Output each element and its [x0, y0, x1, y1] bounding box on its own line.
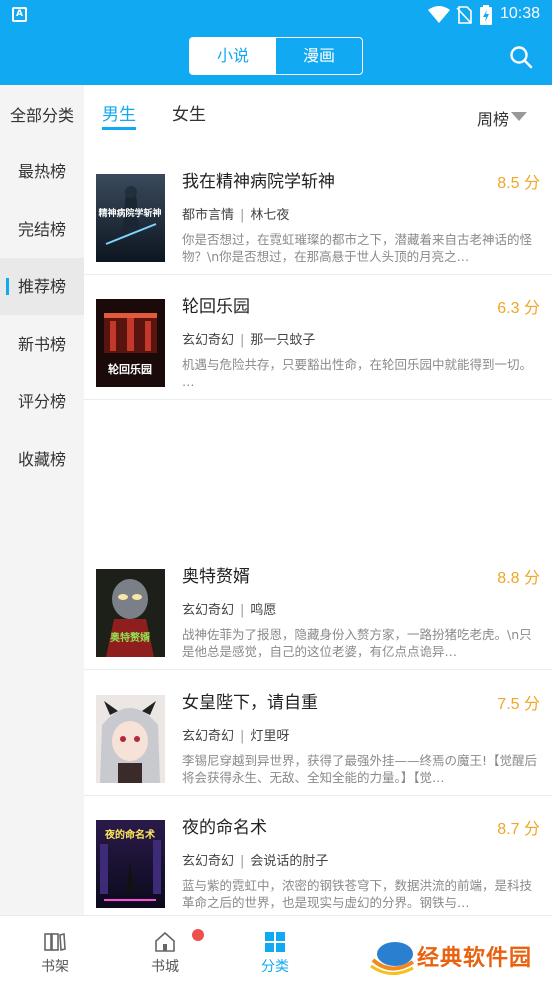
book-genre: 玄幻奇幻	[182, 603, 235, 618]
book-meta: 玄幻奇幻 | 鸣愿	[182, 599, 276, 618]
watermark-logo-icon	[370, 942, 415, 975]
book-score: 6.3 分	[497, 300, 540, 317]
book-meta: 玄幻奇幻 | 那一只蚊子	[182, 329, 315, 348]
app-notification-icon: A	[12, 7, 27, 22]
book-description: 李锡尼穿越到异世界，获得了最强外挂——终焉の魔王!【觉醒后将会获得永生、无敌、全…	[182, 753, 538, 785]
nav-bookstore[interactable]: 书城	[110, 916, 220, 981]
active-tab-indicator	[102, 127, 136, 130]
nav-label: 分类	[261, 959, 289, 975]
book-cover: 奥特赘婿	[96, 569, 165, 657]
book-title: 我在精神病院学斩神	[182, 172, 335, 192]
book-score: 7.5 分	[497, 696, 540, 713]
sidebar-item-recommended[interactable]: 推荐榜	[0, 258, 84, 315]
app-header: A 10:38 小说 漫画	[0, 0, 552, 85]
tab-female[interactable]: 女生	[172, 100, 206, 125]
svg-text:奥特赘婿: 奥特赘婿	[110, 631, 151, 644]
no-sim-icon	[456, 6, 472, 24]
meta-separator: |	[240, 333, 245, 348]
book-author: 灯里呀	[250, 729, 290, 744]
svg-text:精神病院学斩神: 精神病院学斩神	[98, 207, 161, 219]
book-author: 鸣愿	[250, 603, 277, 618]
book-meta: 都市言情 | 林七夜	[182, 204, 289, 223]
meta-separator: |	[240, 729, 245, 744]
book-genre: 都市言情	[182, 208, 235, 223]
tab-comic[interactable]: 漫画	[276, 38, 362, 74]
book-meta: 玄幻奇幻 | 灯里呀	[182, 725, 289, 744]
book-title: 奥特赘婿	[182, 567, 250, 587]
book-title: 轮回乐园	[182, 297, 250, 317]
watermark-text: 经典软件园	[417, 946, 533, 971]
book-cover: 精神病院学斩神	[96, 174, 165, 262]
content-type-switch: 小说 漫画	[189, 37, 363, 75]
status-time: 10:38	[500, 5, 541, 22]
nav-label: 书架	[41, 959, 69, 975]
tab-novel[interactable]: 小说	[190, 38, 276, 74]
book-cover: 轮回乐园	[96, 299, 165, 387]
svg-text:轮回乐园: 轮回乐园	[108, 362, 152, 376]
meta-separator: |	[240, 854, 245, 869]
status-bar: A 10:38	[0, 0, 552, 30]
book-cover	[96, 695, 165, 783]
meta-separator: |	[240, 208, 245, 223]
svg-text:夜的命名术: 夜的命名术	[104, 828, 155, 841]
nav-bookshelf[interactable]: 书架	[0, 916, 110, 981]
nav-label: 书城	[151, 959, 179, 975]
home-icon	[155, 931, 175, 952]
book-description: 机遇与危险共存，只要豁出性命，在轮回乐园中就能得到一切。 …	[182, 357, 533, 389]
tab-male[interactable]: 男生	[102, 100, 136, 125]
book-meta: 玄幻奇幻 | 会说话的肘子	[182, 850, 328, 869]
book-genre: 玄幻奇幻	[182, 333, 235, 348]
book-cover: 夜的命名术	[96, 820, 165, 908]
watermark: 经典软件园	[353, 930, 552, 981]
book-author: 林七夜	[250, 208, 290, 223]
book-genre: 玄幻奇幻	[182, 729, 235, 744]
book-list-item[interactable]: 奥特赘婿 奥特赘婿 8.8 分 玄幻奇幻 | 鸣愿 战神佐菲为了报恩，隐藏身份入赘方…	[84, 546, 552, 670]
sidebar-item-all-categories[interactable]: 全部分类	[0, 87, 84, 144]
book-title: 女皇陛下，请自重	[182, 693, 318, 713]
book-score: 8.8 分	[497, 570, 540, 587]
sidebar-item-favorites[interactable]: 收藏榜	[0, 431, 84, 488]
nav-category[interactable]: 分类	[220, 916, 330, 981]
book-list-item[interactable]: 轮回乐园 轮回乐园 6.3 分 玄幻奇幻 | 那一只蚊子 机遇与危险共存，只要豁出性…	[84, 276, 552, 400]
meta-separator: |	[240, 603, 245, 618]
book-genre: 玄幻奇幻	[182, 854, 235, 869]
ranking-period-select[interactable]: 周榜	[477, 106, 509, 130]
battery-charging-icon	[480, 5, 492, 25]
book-author: 会说话的肘子	[250, 854, 329, 869]
book-author: 那一只蚊子	[250, 333, 316, 348]
book-description: 蓝与紫的霓虹中，浓密的钢铁苍穹下，数据洪流的前端，是科技革命之后的世界，也是现实…	[182, 878, 533, 910]
search-icon[interactable]	[508, 44, 534, 70]
wifi-icon	[428, 6, 450, 23]
book-title: 夜的命名术	[182, 818, 267, 838]
book-list-item[interactable]: 精神病院学斩神 我在精神病院学斩神 8.5 分 都市言情 | 林七夜 你是否想过，在…	[84, 151, 552, 275]
sidebar-item-hottest[interactable]: 最热榜	[0, 143, 84, 200]
book-score: 8.5 分	[497, 175, 540, 192]
category-grid-icon	[265, 932, 285, 952]
sidebar-item-new-books[interactable]: 新书榜	[0, 316, 84, 373]
book-list-item[interactable]: 女皇陛下，请自重 7.5 分 玄幻奇幻 | 灯里呀 李锡尼穿越到异世界，获得了最强外…	[84, 672, 552, 796]
sidebar-item-completed[interactable]: 完结榜	[0, 201, 84, 258]
book-description: 战神佐菲为了报恩，隐藏身份入赘方家，一路扮猪吃老虎。\n只是他总是感觉，自己的这…	[182, 627, 532, 659]
caret-down-icon[interactable]	[511, 112, 527, 121]
book-description: 你是否想过，在霓虹璀璨的都市之下，潜藏着来自古老神话的怪物？\n你是否想过，在那…	[182, 232, 533, 264]
sidebar-item-rating[interactable]: 评分榜	[0, 373, 84, 430]
book-score: 8.7 分	[497, 821, 540, 838]
notification-dot	[192, 929, 204, 941]
bookshelf-icon	[44, 932, 66, 952]
category-sidebar: 全部分类 最热榜 完结榜 推荐榜 新书榜 评分榜 收藏榜	[0, 85, 84, 915]
book-list-item[interactable]: 夜的命名术 夜的命名术 8.7 分 玄幻奇幻 | 会说话的肘子 蓝与紫的霓虹中，浓密…	[84, 797, 552, 921]
